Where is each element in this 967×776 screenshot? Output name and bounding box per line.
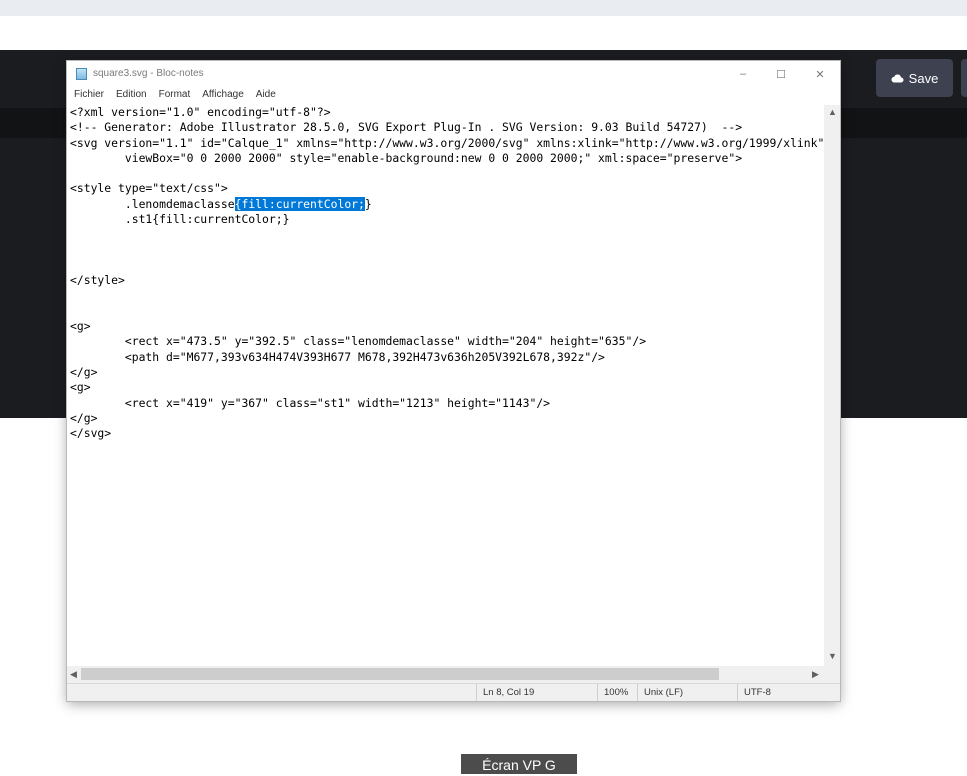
vertical-scrollbar[interactable]: ▲ ▼ [824,105,840,666]
cloud-icon [891,74,904,83]
notepad-window: square3.svg - Bloc-notes – ☐ ✕ Fichier E… [67,61,840,701]
text-editor[interactable]: <?xml version="1.0" encoding="utf-8"?> <… [70,105,823,667]
text-line: <style type="text/css"> [70,181,228,196]
horizontal-scrollbar[interactable]: ◀ ▶ [67,666,824,683]
line-ending: Unix (LF) [637,684,737,701]
text-line: </g> [70,365,98,380]
text-before-selection: .lenomdemaclasse [70,196,235,211]
text-line: </svg> [70,426,112,441]
text-line: </style> [70,273,125,288]
text-line: <svg version="1.1" id="Calque_1" xmlns="… [70,135,823,150]
text-line [70,227,823,242]
text-line [70,304,823,319]
minimize-icon: – [739,68,747,80]
text-after-selection: } [364,196,372,211]
text-line: .st1{fill:currentColor;} [70,212,290,227]
horizontal-scroll-thumb[interactable] [81,668,719,680]
text-line: <g> [70,319,91,334]
text-line: <rect x="473.5" y="392.5" class="lenomde… [70,334,647,349]
text-line: viewBox="0 0 2000 2000" style="enable-ba… [70,150,743,165]
selected-text: {fill:currentColor; [234,196,365,211]
text-line [70,166,823,181]
scroll-down-icon[interactable]: ▼ [828,651,837,661]
menu-edition[interactable]: Edition [116,88,147,104]
text-line: <rect x="419" y="367" class="st1" width=… [70,395,551,410]
text-line [70,258,823,273]
scroll-right-icon[interactable]: ▶ [812,669,819,680]
text-line: </g> [70,410,98,425]
screen-caption: Écran VP G [461,754,577,774]
minimize-button[interactable]: – [728,65,758,83]
notepad-icon [76,68,87,80]
maximize-button[interactable]: ☐ [766,65,796,83]
text-line [70,289,823,304]
menu-format[interactable]: Format [159,88,191,104]
encoding: UTF-8 [737,684,827,701]
status-bar: Ln 8, Col 19 100% Unix (LF) UTF-8 [67,683,840,701]
text-line: <?xml version="1.0" encoding="utf-8"?> [70,105,331,119]
save-button[interactable]: Save [876,59,953,97]
zoom-level: 100% [597,684,637,701]
window-title: square3.svg - Bloc-notes [93,68,204,79]
save-button-label: Save [908,70,939,86]
maximize-icon: ☐ [776,68,786,81]
text-line: <path d="M677,393v634H474V393H677 M678,3… [70,349,605,364]
cursor-position: Ln 8, Col 19 [476,684,597,701]
menu-affichage[interactable]: Affichage [202,88,244,104]
scroll-up-icon[interactable]: ▲ [828,107,837,117]
close-icon: ✕ [815,68,825,81]
close-button[interactable]: ✕ [805,65,835,83]
menu-fichier[interactable]: Fichier [74,88,104,104]
text-line: <g> [70,380,91,395]
menu-bar: Fichier Edition Format Affichage Aide [67,88,847,104]
scrollbar-corner [824,666,840,683]
text-line [70,243,823,258]
text-line: <!-- Generator: Adobe Illustrator 28.5.0… [70,120,743,135]
side-button[interactable] [961,59,967,97]
menu-aide[interactable]: Aide [256,88,276,104]
text-line-selected: .lenomdemaclasse{fill:currentColor;} [70,196,823,212]
title-bar[interactable]: square3.svg - Bloc-notes – ☐ ✕ [67,61,840,87]
browser-top-strip [0,0,967,16]
scroll-left-icon[interactable]: ◀ [70,669,77,680]
